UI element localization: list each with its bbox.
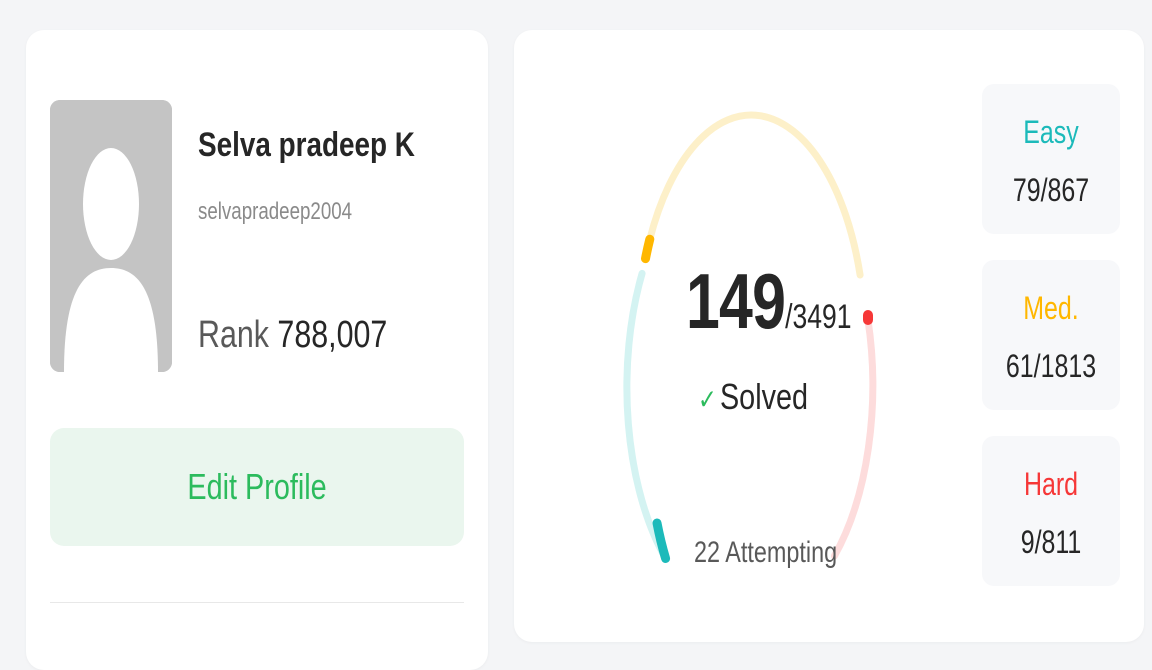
check-icon: ✓ [698, 384, 717, 415]
stats-card: 149/3491 ✓Solved 22 Attempting Easy 79/8… [514, 30, 1144, 642]
hard-value: 9/811 [997, 524, 1105, 561]
edit-profile-label: Edit Profile [187, 466, 326, 508]
default-avatar-icon [50, 100, 172, 372]
profile-card: Selva pradeep K selvapradeep2004 Rank 78… [26, 30, 488, 670]
total-questions: /3491 [785, 298, 851, 336]
solved-count: 149 [686, 257, 785, 345]
hard-stat-box[interactable]: Hard 9/811 [982, 436, 1120, 586]
solved-label: Solved [720, 376, 808, 417]
easy-track-arc [627, 273, 666, 558]
medium-progress-arc [646, 239, 650, 258]
easy-progress-arc [657, 523, 666, 559]
rank-value: 788,007 [277, 314, 387, 356]
medium-stat-box[interactable]: Med. 61/1813 [982, 260, 1120, 410]
profile-username: selvapradeep2004 [198, 198, 352, 226]
profile-name: Selva pradeep K [198, 126, 415, 165]
avatar[interactable] [50, 100, 172, 372]
divider [50, 602, 464, 603]
easy-label: Easy [997, 114, 1105, 151]
solved-counter: 149/3491 [686, 256, 852, 347]
hard-label: Hard [997, 466, 1105, 503]
medium-label: Med. [997, 290, 1105, 327]
rank-label: Rank [198, 314, 269, 356]
rank-display: Rank 788,007 [198, 314, 387, 357]
easy-stat-box[interactable]: Easy 79/867 [982, 84, 1120, 234]
hard-track-arc [834, 320, 872, 556]
solved-label-row: ✓Solved [698, 376, 808, 418]
attempting-count: 22 Attempting [694, 536, 837, 570]
easy-value: 79/867 [997, 172, 1105, 209]
edit-profile-button[interactable]: Edit Profile [50, 428, 464, 546]
medium-track-arc [650, 115, 860, 275]
medium-value: 61/1813 [997, 348, 1105, 385]
